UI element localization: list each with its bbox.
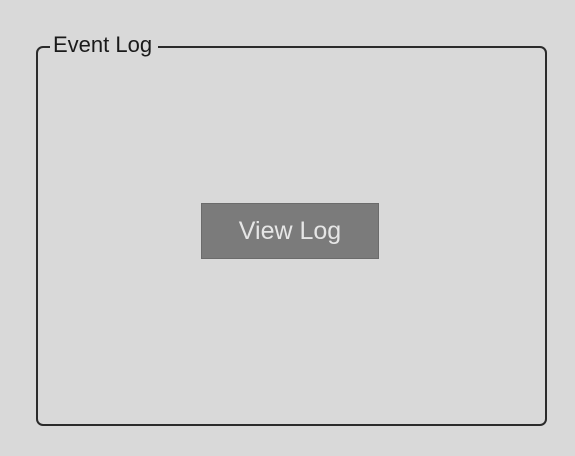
event-log-groupbox: Event Log View Log xyxy=(36,31,547,426)
event-log-group-title: Event Log xyxy=(50,31,159,59)
view-log-button[interactable]: View Log xyxy=(201,203,379,259)
